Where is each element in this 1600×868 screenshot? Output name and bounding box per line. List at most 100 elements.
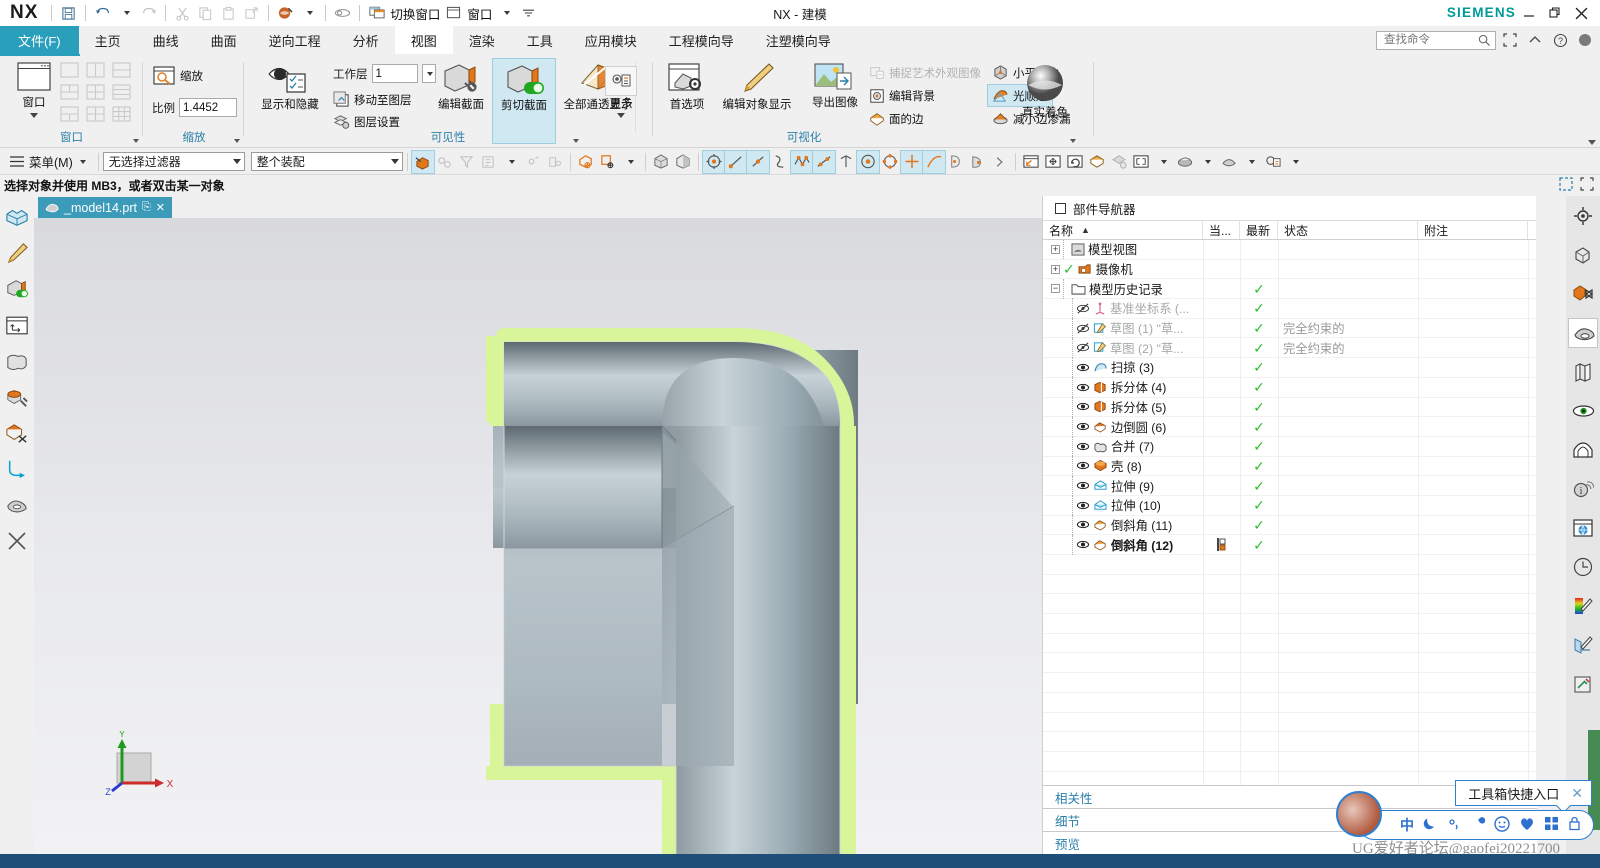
constraint-navigator-icon[interactable] (1569, 241, 1597, 269)
table-row[interactable]: 倒斜角 (11) ✓ (1043, 514, 1536, 536)
edit-section-button[interactable]: 编辑截面 (430, 61, 492, 112)
table-row[interactable]: 拆分体 (5) ✓ (1043, 396, 1536, 418)
export-image-button[interactable]: 导出图像 (804, 61, 866, 110)
ime-status-icon[interactable]: 中 (1400, 815, 1414, 835)
ribbon-overflow-arrow[interactable] (1588, 140, 1596, 145)
switch-window-label[interactable]: 切换窗口 (390, 4, 440, 23)
snap-circle-center-icon[interactable] (855, 149, 880, 174)
table-row[interactable]: 草图 (1) "草... ✓ 完全约束的 (1043, 318, 1536, 339)
lock-icon[interactable] (1568, 816, 1581, 834)
avatar[interactable] (1336, 791, 1382, 837)
snap-more-icon[interactable] (989, 151, 1011, 173)
cad-model[interactable] (34, 218, 1042, 854)
redo-icon[interactable] (137, 2, 160, 24)
tab-render[interactable]: 渲染 (453, 26, 511, 54)
zoom-button[interactable]: 缩放 (152, 65, 203, 85)
snap-curve-icon[interactable] (769, 151, 791, 173)
scale-input[interactable]: 1.4452 (179, 98, 237, 117)
fit-window-icon[interactable] (1130, 151, 1152, 173)
assembly-icon[interactable] (4, 492, 30, 518)
window-icon[interactable] (442, 2, 465, 24)
face-select-icon[interactable] (575, 151, 597, 173)
show-hide-button[interactable]: 显示和隐藏 (253, 61, 327, 112)
switch-window-icon[interactable] (365, 2, 388, 24)
window-dropdown[interactable] (494, 2, 517, 24)
layout-2h[interactable] (112, 62, 138, 84)
assembly-navigator-icon[interactable] (1569, 202, 1597, 230)
moon-icon[interactable] (1423, 816, 1438, 834)
more-dropdown[interactable] (617, 113, 625, 118)
select-general-objects-icon[interactable] (410, 149, 435, 174)
snap-endpoint-icon[interactable] (723, 149, 748, 174)
table-row[interactable]: 壳 (8) ✓ (1043, 455, 1536, 477)
expander-icon[interactable]: − (1051, 284, 1060, 294)
part-tab-close-icon[interactable]: ✕ (156, 201, 165, 214)
view-orient-dropdown[interactable] (1152, 151, 1174, 173)
sketch-brush-icon[interactable] (4, 240, 30, 266)
snap-quadrant-icon[interactable] (879, 151, 901, 173)
more-button[interactable]: 更多 (595, 66, 647, 118)
qat-overflow[interactable] (517, 2, 540, 24)
snap-on-curve-icon[interactable] (921, 149, 946, 174)
part-modified-icon[interactable]: ⎘ (142, 201, 151, 214)
snap-existing-point-icon[interactable] (789, 149, 814, 174)
customize-icon[interactable] (1569, 670, 1597, 698)
layout-9[interactable] (112, 106, 138, 128)
history-clock-icon[interactable] (1569, 553, 1597, 581)
command-search[interactable] (1376, 30, 1496, 50)
column-header-updated[interactable]: 最新 (1240, 221, 1278, 239)
sheet-metal-icon[interactable] (4, 456, 30, 482)
close-button[interactable] (1568, 1, 1594, 25)
tab-home[interactable]: 主页 (79, 26, 137, 54)
work-layer-input[interactable]: 1 (371, 64, 418, 83)
render-style-icon[interactable] (1218, 151, 1240, 173)
undo-icon[interactable] (91, 2, 114, 24)
column-header-note[interactable]: 附注 (1418, 221, 1528, 239)
table-row[interactable]: + ✓ 摄像机 (1043, 260, 1536, 280)
part-navigator-icon[interactable] (1569, 280, 1597, 308)
history-icon[interactable] (1569, 358, 1597, 386)
snap-intersection-icon[interactable] (811, 149, 836, 174)
tab-die-wizard[interactable]: 工程模向导 (653, 26, 750, 54)
modeling-icon[interactable] (4, 204, 30, 230)
table-row[interactable]: − 模型历史记录 ✓ (1043, 278, 1536, 300)
delete-face-icon[interactable] (4, 420, 30, 446)
system-scene-icon[interactable] (1569, 592, 1597, 620)
tab-analysis[interactable]: 分析 (337, 26, 395, 54)
solid-body-filter-icon[interactable] (650, 151, 672, 173)
table-row[interactable]: 边倒圆 (6) ✓ (1043, 416, 1536, 437)
collapse-ribbon-icon[interactable] (1524, 29, 1546, 51)
grid-icon[interactable] (1544, 816, 1559, 834)
selbar-overflow[interactable] (1284, 151, 1306, 173)
tab-reverse-engineering[interactable]: 逆向工程 (253, 26, 337, 54)
reuse-library-icon[interactable] (1568, 318, 1598, 348)
heart-icon[interactable] (1519, 816, 1535, 834)
table-row[interactable]: 扫掠 (3) ✓ (1043, 357, 1536, 378)
point-select-icon[interactable] (597, 151, 619, 173)
eraser-icon[interactable] (331, 2, 354, 24)
view-style-dropdown[interactable] (1196, 151, 1218, 173)
hd3d-tools-icon[interactable] (1569, 631, 1597, 659)
edit-object-display-button[interactable]: 编辑对象显示 (712, 61, 802, 112)
restore-panel-icon[interactable] (1559, 177, 1573, 194)
table-row[interactable]: + 模型视图 (1043, 240, 1536, 260)
preferences-button[interactable]: 首选项 (656, 61, 718, 112)
snap-face-icon[interactable] (945, 151, 967, 173)
orient-dropdown[interactable] (297, 2, 320, 24)
snap-arc-center-icon[interactable] (835, 151, 857, 173)
view-fit-icon[interactable] (1020, 151, 1042, 173)
wrench-icon[interactable] (1470, 816, 1486, 834)
tab-tools[interactable]: 工具 (511, 26, 569, 54)
tab-view[interactable]: 视图 (394, 26, 453, 54)
part-tab[interactable]: _model14.prt ⎘ ✕ (38, 197, 172, 218)
clip-section-icon[interactable] (4, 276, 30, 302)
orient-view-icon[interactable] (274, 2, 297, 24)
face-edges-button[interactable]: 面的边 (869, 109, 924, 128)
snap-dropdown[interactable] (619, 151, 641, 173)
view-icon[interactable] (1569, 397, 1597, 425)
snap-midpoint-icon[interactable] (745, 149, 770, 174)
snap-point-cross-icon[interactable] (899, 149, 924, 174)
account-icon[interactable] (1574, 29, 1596, 51)
roles-icon[interactable] (1569, 436, 1597, 464)
view-style-icon[interactable] (1174, 151, 1196, 173)
